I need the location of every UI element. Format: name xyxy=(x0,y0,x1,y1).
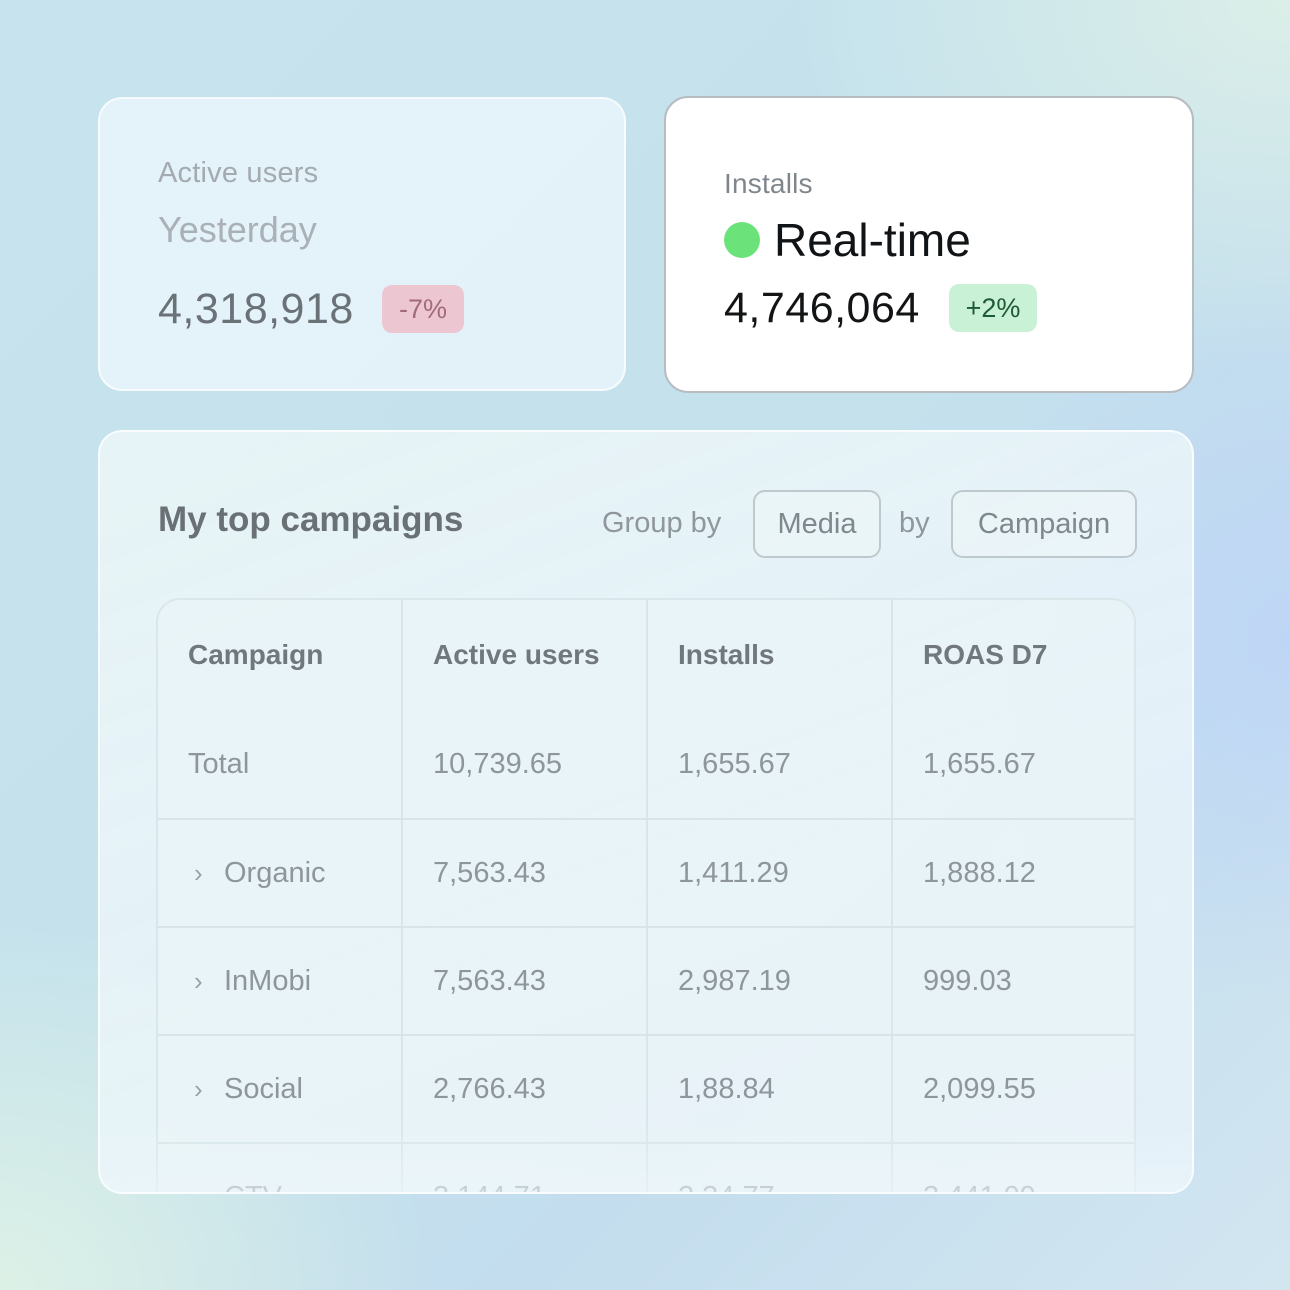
table-row[interactable]: › Organic 7,563.43 1,411.29 1,888.12 xyxy=(158,818,1134,926)
installs-card: Installs Real-time 4,746,064 +2% xyxy=(664,96,1194,393)
roas-d7-cell: 1,888.12 xyxy=(923,856,1036,889)
kpi-period: Real-time xyxy=(724,213,971,267)
panel-title: My top campaigns xyxy=(158,500,464,539)
kpi-label: Active users xyxy=(158,157,319,189)
campaign-name: CTV xyxy=(224,1181,282,1193)
table-row[interactable]: › CTV 3,144.71 2,34.77 3,441.09 xyxy=(158,1142,1134,1193)
roas-d7-cell: 2,099.55 xyxy=(923,1072,1036,1105)
active-users-cell: 3,144.71 xyxy=(433,1144,546,1193)
total-label: Total xyxy=(188,747,250,780)
group-by-media-select[interactable]: Media xyxy=(753,490,881,558)
table-row[interactable]: › Social 2,766.43 1,88.84 2,099.55 xyxy=(158,1034,1134,1142)
roas-d7-cell: 3,441.09 xyxy=(923,1144,1036,1193)
campaigns-table: Campaign Active users Installs ROAS D7 T… xyxy=(156,598,1136,1193)
active-users-cell: 7,563.43 xyxy=(433,856,546,889)
total-active-users: 10,739.65 xyxy=(433,747,563,780)
campaign-cell[interactable]: › InMobi xyxy=(188,928,311,1034)
chevron-right-icon[interactable]: › xyxy=(188,858,214,889)
column-header-campaign[interactable]: Campaign xyxy=(188,600,323,710)
change-badge-positive: +2% xyxy=(949,284,1037,332)
column-header-active-users[interactable]: Active users xyxy=(433,600,600,710)
kpi-value: 4,318,918 xyxy=(158,285,354,333)
campaign-cell[interactable]: › Social xyxy=(188,1036,303,1142)
column-header-roas-d7[interactable]: ROAS D7 xyxy=(923,600,1047,710)
active-users-card: Active users Yesterday 4,318,918 -7% xyxy=(98,97,626,391)
installs-cell: 1,411.29 xyxy=(678,856,789,889)
kpi-value: 4,746,064 xyxy=(724,284,920,332)
top-campaigns-panel: My top campaigns Group by Media by Campa… xyxy=(98,430,1194,1194)
installs-cell: 2,34.77 xyxy=(678,1144,775,1193)
table-row[interactable]: › InMobi 7,563.43 2,987.19 999.03 xyxy=(158,926,1134,1034)
campaign-name: Organic xyxy=(224,856,326,889)
active-users-cell: 2,766.43 xyxy=(433,1072,546,1105)
group-by-label: Group by xyxy=(602,507,722,539)
kpi-period-text: Real-time xyxy=(774,214,971,266)
total-installs: 1,655.67 xyxy=(678,747,791,780)
campaign-cell[interactable]: › Organic xyxy=(188,820,326,926)
group-by-campaign-select[interactable]: Campaign xyxy=(951,490,1137,558)
by-label: by xyxy=(899,507,930,539)
table-header-row: Campaign Active users Installs ROAS D7 xyxy=(158,600,1134,710)
chevron-right-icon[interactable]: › xyxy=(188,966,214,997)
roas-d7-cell: 999.03 xyxy=(923,964,1012,997)
kpi-label: Installs xyxy=(724,168,813,199)
campaign-name: Social xyxy=(224,1072,303,1105)
chevron-right-icon[interactable]: › xyxy=(188,1074,214,1105)
campaign-name: InMobi xyxy=(224,964,312,997)
live-status-icon xyxy=(724,222,760,258)
installs-cell: 2,987.19 xyxy=(678,964,791,997)
campaign-cell[interactable]: › CTV xyxy=(188,1144,282,1193)
active-users-cell: 7,563.43 xyxy=(433,964,546,997)
chevron-right-icon[interactable]: › xyxy=(188,1182,214,1193)
installs-cell: 1,88.84 xyxy=(678,1072,775,1105)
column-header-installs[interactable]: Installs xyxy=(678,600,774,710)
total-roas-d7: 1,655.67 xyxy=(923,747,1036,780)
kpi-period: Yesterday xyxy=(158,209,317,250)
change-badge-negative: -7% xyxy=(382,285,464,333)
table-row-total: Total 10,739.65 1,655.67 1,655.67 xyxy=(158,710,1134,818)
